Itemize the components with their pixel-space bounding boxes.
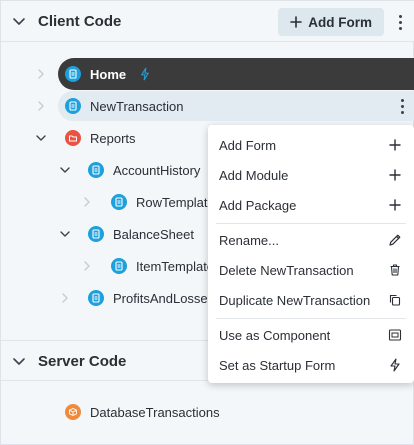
client-code-title: Client Code <box>38 12 122 30</box>
row-menu-icon[interactable] <box>392 92 412 120</box>
menu-item-add-form[interactable]: Add Form <box>208 130 414 160</box>
menu-item-rename[interactable]: Rename... <box>208 225 414 255</box>
chevron-down-icon[interactable] <box>35 132 47 144</box>
menu-item-label: Set as Startup Form <box>219 357 336 373</box>
menu-item-label: Delete NewTransaction <box>219 262 354 278</box>
tree-label-newtransaction: NewTransaction <box>90 99 184 114</box>
folder-icon <box>65 130 81 146</box>
menu-item-duplicate[interactable]: Duplicate NewTransaction <box>208 285 414 315</box>
tree-label-balancesheet: BalanceSheet <box>113 227 194 242</box>
form-icon <box>65 98 81 114</box>
chevron-right-icon[interactable] <box>35 68 47 80</box>
lightning-icon <box>141 67 149 81</box>
chevron-right-icon[interactable] <box>59 292 71 304</box>
tree-label-reports: Reports <box>90 131 136 146</box>
menu-item-set-startup-form[interactable]: Set as Startup Form <box>208 350 414 380</box>
form-icon <box>88 226 104 242</box>
form-icon <box>111 258 127 274</box>
add-form-button[interactable]: Add Form <box>278 8 384 36</box>
copy-icon <box>389 294 401 306</box>
menu-item-label: Add Module <box>219 167 289 183</box>
menu-item-label: Duplicate NewTransaction <box>219 292 371 308</box>
plus-icon <box>290 16 303 28</box>
chevron-right-icon[interactable] <box>35 100 47 112</box>
component-icon <box>388 329 402 341</box>
plus-icon <box>389 169 401 181</box>
menu-item-use-as-component[interactable]: Use as Component <box>208 320 414 350</box>
menu-item-add-package[interactable]: Add Package <box>208 190 414 220</box>
server-code-title: Server Code <box>38 352 127 370</box>
form-icon <box>111 194 127 210</box>
menu-item-label: Add Package <box>219 197 297 213</box>
chevron-down-icon[interactable] <box>11 353 27 369</box>
menu-item-label: Use as Component <box>219 327 331 343</box>
add-form-label: Add Form <box>308 14 372 30</box>
client-code-header[interactable]: Client Code Add Form <box>1 1 414 41</box>
menu-item-label: Rename... <box>219 232 279 248</box>
tree-label-profitsandlosses: ProfitsAndLosses <box>113 291 215 306</box>
divider <box>1 41 414 42</box>
menu-item-delete[interactable]: Delete NewTransaction <box>208 255 414 285</box>
module-icon <box>65 404 81 420</box>
lightning-icon <box>390 358 400 372</box>
form-icon <box>88 162 104 178</box>
menu-separator <box>216 223 406 224</box>
chevron-right-icon[interactable] <box>81 260 93 272</box>
form-icon <box>88 290 104 306</box>
menu-separator <box>216 318 406 319</box>
chevron-down-icon[interactable] <box>11 13 27 29</box>
chevron-down-icon[interactable] <box>59 164 71 176</box>
trash-icon <box>390 264 400 276</box>
plus-icon <box>389 139 401 151</box>
plus-icon <box>389 199 401 211</box>
form-icon <box>65 66 81 82</box>
tree-label-databasetransactions[interactable]: DatabaseTransactions <box>90 405 220 420</box>
tree-label-accounthistory: AccountHistory <box>113 163 201 178</box>
menu-item-label: Add Form <box>219 137 277 153</box>
chevron-right-icon[interactable] <box>81 196 93 208</box>
context-menu: Add Form Add Module Add Package Rename..… <box>208 125 414 383</box>
menu-item-add-module[interactable]: Add Module <box>208 160 414 190</box>
app-browser-panel: Client Code Add Form Home NewTransaction… <box>0 0 414 445</box>
pencil-icon <box>389 234 401 246</box>
chevron-down-icon[interactable] <box>59 228 71 240</box>
client-code-menu-icon[interactable] <box>390 8 410 36</box>
tree-label-home: Home <box>90 67 127 82</box>
